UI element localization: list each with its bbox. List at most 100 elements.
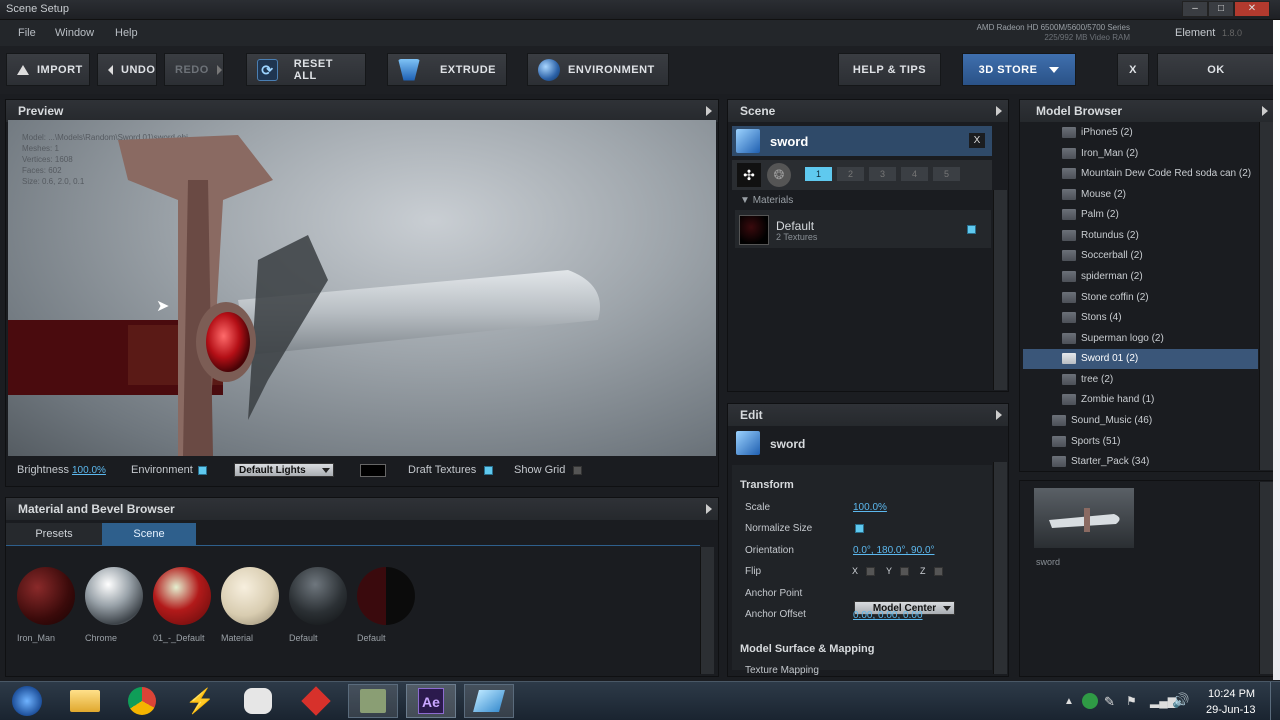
tab-presets[interactable]: Presets [6,523,102,545]
3d-viewport[interactable]: Model: ...\Models\Random\Sword 01\sword.… [8,120,716,456]
tree-parent-item[interactable]: Starter_Pack (34) [1052,456,1149,467]
help-tips-button[interactable]: HELP & TIPS [838,53,941,86]
taskbar-after-effects[interactable]: Ae [406,684,456,718]
import-button[interactable]: IMPORT [6,53,90,86]
tray-app-icon[interactable] [1082,693,1098,709]
tree-item-label: Soccerball (2) [1081,250,1143,261]
reset-all-button[interactable]: ⟳ RESET ALL [246,53,366,86]
group-icon[interactable]: ❂ [767,163,791,187]
scale-value[interactable]: 100.0% [853,502,887,513]
expand-arrow-icon[interactable] [1262,106,1268,116]
material-swatch-01-default[interactable] [153,567,211,625]
hierarchy-icon[interactable]: ✣ [737,163,761,187]
extrude-button[interactable]: EXTRUDE [387,53,507,86]
tree-item[interactable]: spiderman (2) [1062,271,1143,282]
material-swatch-material[interactable] [221,567,279,625]
menu-help[interactable]: Help [115,27,138,39]
tray-pen-icon[interactable]: ✎ [1104,694,1115,710]
close-window-button[interactable]: ✕ [1234,1,1270,17]
tab-scene[interactable]: Scene [102,523,196,545]
background-color-swatch[interactable] [360,464,386,477]
tree-parent-item[interactable]: Sports (51) [1052,436,1120,447]
cube-icon [736,129,760,153]
clock-date[interactable]: 29-Jun-13 [1206,704,1256,716]
minimize-button[interactable]: – [1182,1,1208,17]
tree-parent-item[interactable]: Sound_Music (46) [1052,415,1152,426]
tree-item[interactable]: Mountain Dew Code Red soda can (2) [1062,168,1251,179]
taskbar-winamp[interactable]: ⚡ [175,684,225,718]
edit-content [732,465,992,670]
start-button[interactable] [2,684,52,718]
brightness-value[interactable]: 100.0% [72,465,106,476]
tray-volume-icon[interactable]: 🔊 [1172,692,1189,709]
material-swatch-default-1[interactable] [289,567,347,625]
anchor-offset-value[interactable]: 0.00, 0.00, 0.00 [853,610,923,621]
material-row[interactable] [735,210,991,248]
maximize-button[interactable]: □ [1208,1,1234,17]
tree-item[interactable]: iPhone5 (2) [1062,127,1133,138]
menu-file[interactable]: File [18,27,36,39]
cancel-button[interactable]: X [1117,53,1149,86]
clock-time[interactable]: 10:24 PM [1208,688,1255,700]
tree-item-selected[interactable]: Sword 01 (2) [1062,353,1138,364]
taskbar-settings[interactable] [348,684,398,718]
material-browser-scrollbar[interactable] [700,547,714,674]
tree-item[interactable]: Palm (2) [1062,209,1119,220]
undo-button[interactable]: UNDO [97,53,157,86]
material-browser-title: Material and Bevel Browser [18,502,175,516]
folder-icon [1062,333,1076,344]
expand-arrow-icon[interactable] [706,106,712,116]
lights-dropdown[interactable]: Default Lights [234,463,334,477]
group-4-button[interactable]: 4 [901,167,928,181]
expand-arrow-icon[interactable] [706,504,712,514]
thumbnail-scrollbar[interactable] [1259,482,1273,674]
material-visible-checkbox[interactable] [967,225,976,234]
environment-button[interactable]: ENVIRONMENT [527,53,669,86]
expand-arrow-icon[interactable] [996,106,1002,116]
tree-item[interactable]: Mouse (2) [1062,189,1126,200]
taskbar-element3d[interactable] [464,684,514,718]
model-thumbnail[interactable] [1034,488,1134,548]
material-swatch-chrome[interactable] [85,567,143,625]
windows-logo-icon [12,686,42,716]
taskbar-explorer[interactable] [60,684,110,718]
scene-scrollbar[interactable] [993,190,1007,390]
ok-button[interactable]: OK [1157,53,1275,86]
show-grid-checkbox[interactable] [573,466,582,475]
material-swatch-default-2[interactable] [357,567,415,625]
3d-store-button[interactable]: 3D STORE [962,53,1076,86]
tray-flag-icon[interactable]: ⚑ [1126,694,1137,708]
tree-item[interactable]: tree (2) [1062,374,1113,385]
taskbar-sketchup[interactable] [291,684,341,718]
tree-item[interactable]: Zombie hand (1) [1062,394,1154,405]
group-5-button[interactable]: 5 [933,167,960,181]
tree-item[interactable]: Superman logo (2) [1062,333,1164,344]
folder-icon [1062,168,1076,179]
flip-x-checkbox[interactable] [866,567,875,576]
redo-button[interactable]: REDO [164,53,224,86]
tree-item[interactable]: Stone coffin (2) [1062,292,1149,303]
group-3-button[interactable]: 3 [869,167,896,181]
flip-z-checkbox[interactable] [934,567,943,576]
normalize-size-checkbox[interactable] [855,524,864,533]
taskbar-chrome[interactable] [117,684,167,718]
environment-checkbox[interactable] [198,466,207,475]
expand-arrow-icon[interactable] [996,410,1002,420]
taskbar-app[interactable] [233,684,283,718]
group-2-button[interactable]: 2 [837,167,864,181]
show-desktop-button[interactable] [1270,682,1280,720]
material-swatch-iron-man[interactable] [17,567,75,625]
flip-y-checkbox[interactable] [900,567,909,576]
draft-textures-checkbox[interactable] [484,466,493,475]
tree-item[interactable]: Soccerball (2) [1062,250,1143,261]
model-browser-scrollbar[interactable] [1259,122,1273,470]
group-1-button[interactable]: 1 [805,167,832,181]
orientation-value[interactable]: 0.0°, 180.0°, 90.0° [853,545,935,556]
tree-item[interactable]: Iron_Man (2) [1062,148,1138,159]
tree-item[interactable]: Stons (4) [1062,312,1122,323]
tree-item[interactable]: Rotundus (2) [1062,230,1139,241]
menu-window[interactable]: Window [55,27,94,39]
remove-object-button[interactable]: X [969,133,985,148]
show-hidden-icons[interactable]: ▲ [1064,696,1074,707]
edit-scrollbar[interactable] [993,462,1007,674]
